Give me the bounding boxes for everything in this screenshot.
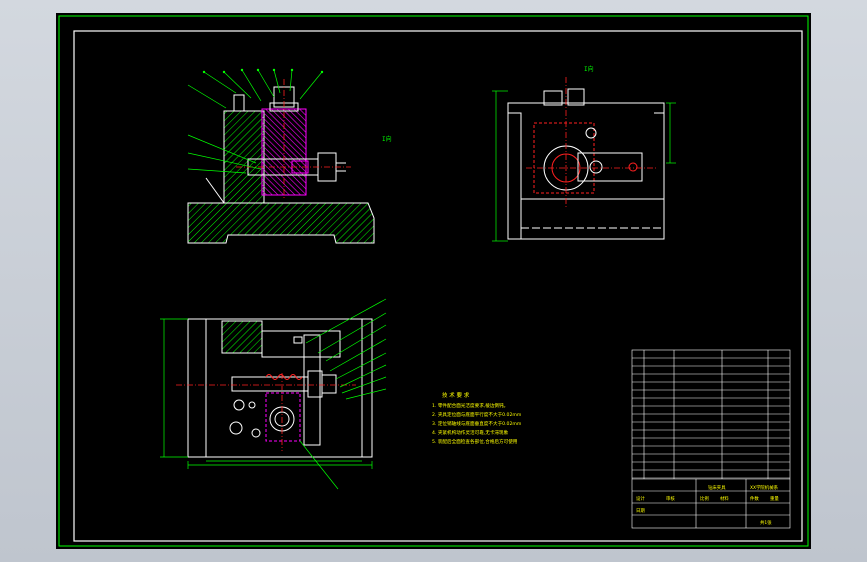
title-block-text: 钻床夹具 XX学院机械系 设计 审核 比例 材料 件数 重量 日期 共1张 (636, 484, 779, 526)
top-view[interactable] (160, 298, 387, 490)
note-line-5: 5. 装配后全面检查各部位,合格后方可使用 (432, 438, 518, 445)
drawing-viewport[interactable]: I向 I向 技 术 要 求 1. 零件配合面光洁度要求,棱边倒钝。 2. 夹具定… (56, 13, 811, 549)
label-qty: 件数 (750, 495, 759, 502)
note-line-4: 4. 夹紧机构动作灵活可靠,无卡滞现象 (432, 429, 509, 436)
sheet-count: 共1张 (760, 519, 772, 526)
side-view[interactable]: I向 (492, 65, 676, 242)
note-line-1: 1. 零件配合面光洁度要求,棱边倒钝。 (432, 402, 508, 409)
note-line-2: 2. 夹具定位面与底面平行度不大于0.02mm (432, 411, 522, 418)
front-view-label: I向 (382, 135, 392, 143)
label-checker: 审核 (666, 495, 675, 502)
side-view-label: I向 (584, 65, 594, 73)
label-designer: 设计 (636, 495, 645, 502)
notes-heading: 技 术 要 求 (442, 391, 470, 399)
label-weight: 重量 (770, 495, 779, 502)
technical-requirements: 技 术 要 求 1. 零件配合面光洁度要求,棱边倒钝。 2. 夹具定位面与底面平… (432, 391, 522, 445)
label-scale: 比例 (700, 495, 709, 502)
school-name: XX学院机械系 (750, 484, 779, 491)
label-date: 日期 (636, 508, 645, 514)
label-material: 材料 (720, 495, 729, 502)
inner-border (73, 30, 803, 542)
cad-application-window: I向 I向 技 术 要 求 1. 零件配合面光洁度要求,棱边倒钝。 2. 夹具定… (0, 0, 867, 562)
outer-border (58, 15, 809, 547)
note-line-3: 3. 定位销轴线与底面垂直度不大于0.02mm (432, 420, 522, 427)
drawing-name: 钻床夹具 (708, 484, 726, 491)
front-view[interactable]: I向 (187, 68, 392, 244)
title-block[interactable] (631, 349, 791, 529)
cad-drawing-canvas[interactable]: I向 I向 技 术 要 求 1. 零件配合面光洁度要求,棱边倒钝。 2. 夹具定… (56, 13, 811, 549)
